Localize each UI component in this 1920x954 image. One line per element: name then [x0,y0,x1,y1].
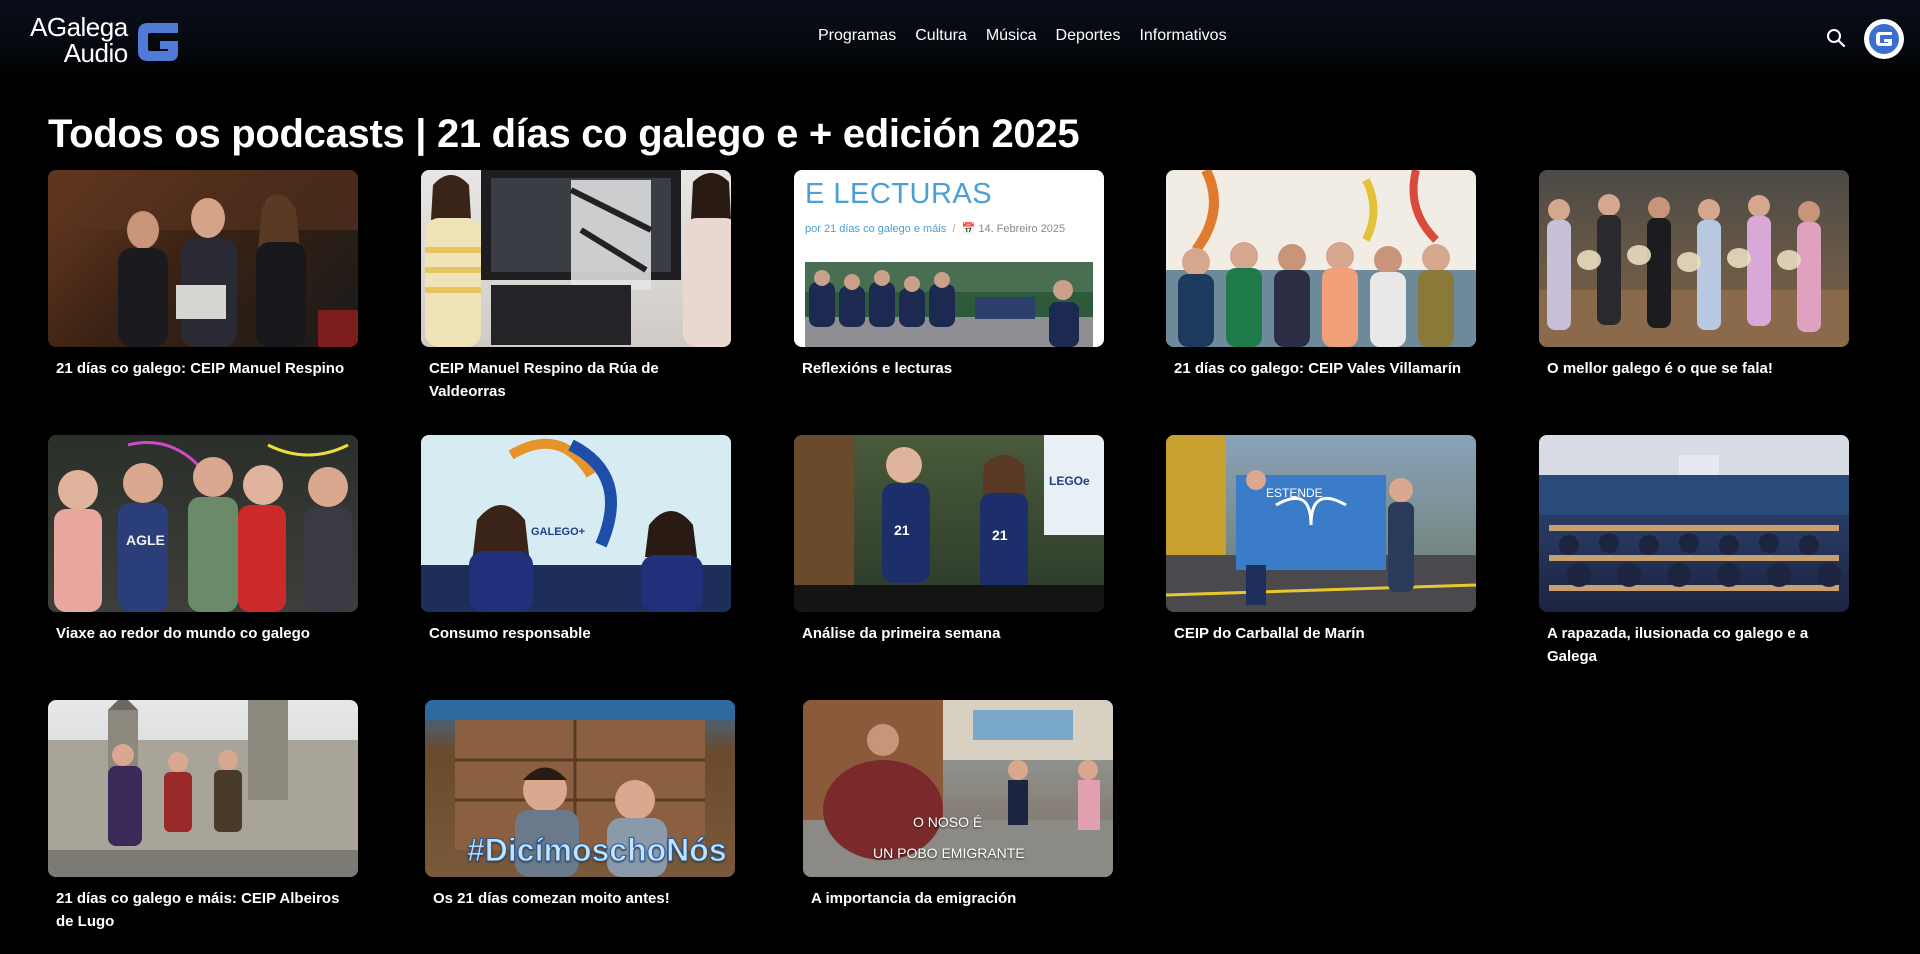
podcast-title[interactable]: A importancia da emigración [803,887,1113,910]
podcast-card[interactable]: LEGOe 21 21 Análise da primeira semana [794,435,1104,645]
podcast-title[interactable]: Os 21 días comezan moito antes! [425,887,735,910]
podcast-title[interactable]: Viaxe ao redor do mundo co galego [48,622,358,645]
logo-line-1: AGalega [30,12,128,42]
podcast-thumbnail[interactable] [1539,435,1849,612]
podcast-title[interactable]: Reflexións e lecturas [794,357,1104,380]
podcast-title[interactable]: CEIP do Carballal de Marín [1166,622,1476,645]
podcast-title[interactable]: O mellor galego é o que se fala! [1539,357,1849,380]
galega-g-icon [1869,24,1899,54]
podcast-card[interactable]: O mellor galego é o que se fala! [1539,170,1849,380]
podcast-card[interactable]: 21 días co galego: CEIP Manuel Respino [48,170,358,380]
podcast-card[interactable]: 21 días co galego: CEIP Vales Villamarín [1166,170,1476,380]
nav-musica[interactable]: Música [986,27,1037,45]
podcast-thumbnail[interactable]: ESTENDE [1166,435,1476,612]
podcast-card[interactable]: 21 días co galego e máis: CEIP Albeiros … [48,700,358,933]
podcast-card[interactable]: GALEGO+ Consumo responsable [421,435,731,645]
nav-programas[interactable]: Programas [818,27,896,45]
logo-line-2: Audio [63,38,129,68]
podcast-card[interactable]: A rapazada, ilusionada co galego e a Gal… [1539,435,1849,668]
podcast-card[interactable]: AGLE Viaxe ao redor do mundo co galego [48,435,358,645]
page-title: Todos os podcasts | 21 días co galego e … [48,112,1080,156]
podcast-title[interactable]: Consumo responsable [421,622,731,645]
thumbnail-author: por 21 días co galego e máis [805,223,947,235]
podcast-card[interactable]: #DicímoschoNós Os 21 días comezan moito … [425,700,735,910]
podcast-thumbnail[interactable] [48,170,358,347]
podcast-card[interactable]: ESTENDE CEIP do Carballal de Marín [1166,435,1476,645]
search-icon[interactable] [1826,28,1846,48]
thumbnail-title: E LECTURAS [805,178,993,210]
podcast-title[interactable]: 21 días co galego: CEIP Vales Villamarín [1166,357,1476,380]
podcast-thumbnail[interactable]: O NOSO É UN POBO EMIGRANTE [803,700,1113,877]
nav-cultura[interactable]: Cultura [915,27,967,45]
thumbnail-text-line-2: UN POBO EMIGRANTE [873,845,1025,861]
user-avatar[interactable] [1864,19,1904,59]
podcast-thumbnail[interactable]: E LECTURAS por 21 días co galego e máis … [794,170,1104,347]
svg-text:21: 21 [992,527,1008,543]
podcast-thumbnail[interactable] [421,170,731,347]
podcast-card[interactable]: E LECTURAS por 21 días co galego e máis … [794,170,1104,380]
podcast-thumbnail[interactable]: GALEGO+ [421,435,731,612]
podcast-thumbnail[interactable]: AGLE [48,435,358,612]
svg-text:LEGOe: LEGOe [1049,474,1090,488]
podcast-title[interactable]: CEIP Manuel Respino da Rúa de Valdeorras [421,357,731,403]
podcast-thumbnail[interactable]: #DicímoschoNós [425,700,735,877]
nav-deportes[interactable]: Deportes [1056,27,1121,45]
podcast-card[interactable]: O NOSO É UN POBO EMIGRANTE A importancia… [803,700,1113,910]
podcast-title[interactable]: Análise da primeira semana [794,622,1104,645]
site-logo[interactable]: AGalega Audio [30,12,180,68]
podcast-thumbnail[interactable]: LEGOe 21 21 [794,435,1104,612]
svg-text:21: 21 [894,522,910,538]
podcast-title[interactable]: 21 días co galego: CEIP Manuel Respino [48,357,358,380]
thumbnail-banner-text: ESTENDE [1266,486,1323,500]
podcast-thumbnail[interactable] [1166,170,1476,347]
podcast-thumbnail[interactable] [1539,170,1849,347]
thumbnail-hashtag: #DicímoschoNós [467,832,728,869]
galega-g-logo-icon [137,23,178,61]
calendar-icon: 📅 [961,223,976,235]
nav-informativos[interactable]: Informativos [1139,27,1226,45]
svg-text:AGLE: AGLE [126,532,165,548]
svg-text:GALEGO+: GALEGO+ [531,526,585,538]
thumbnail-text-line-1: O NOSO É [913,814,983,830]
podcast-thumbnail[interactable] [48,700,358,877]
thumbnail-date: 14. Febreiro 2025 [978,223,1066,235]
main-nav: Programas Cultura Música Deportes Inform… [818,27,1227,45]
podcast-card[interactable]: CEIP Manuel Respino da Rúa de Valdeorras [421,170,731,403]
podcast-title[interactable]: 21 días co galego e máis: CEIP Albeiros … [48,887,358,933]
top-navigation-bar: AGalega Audio Programas Cultura Música D… [0,0,1920,78]
podcast-title[interactable]: A rapazada, ilusionada co galego e a Gal… [1539,622,1849,668]
